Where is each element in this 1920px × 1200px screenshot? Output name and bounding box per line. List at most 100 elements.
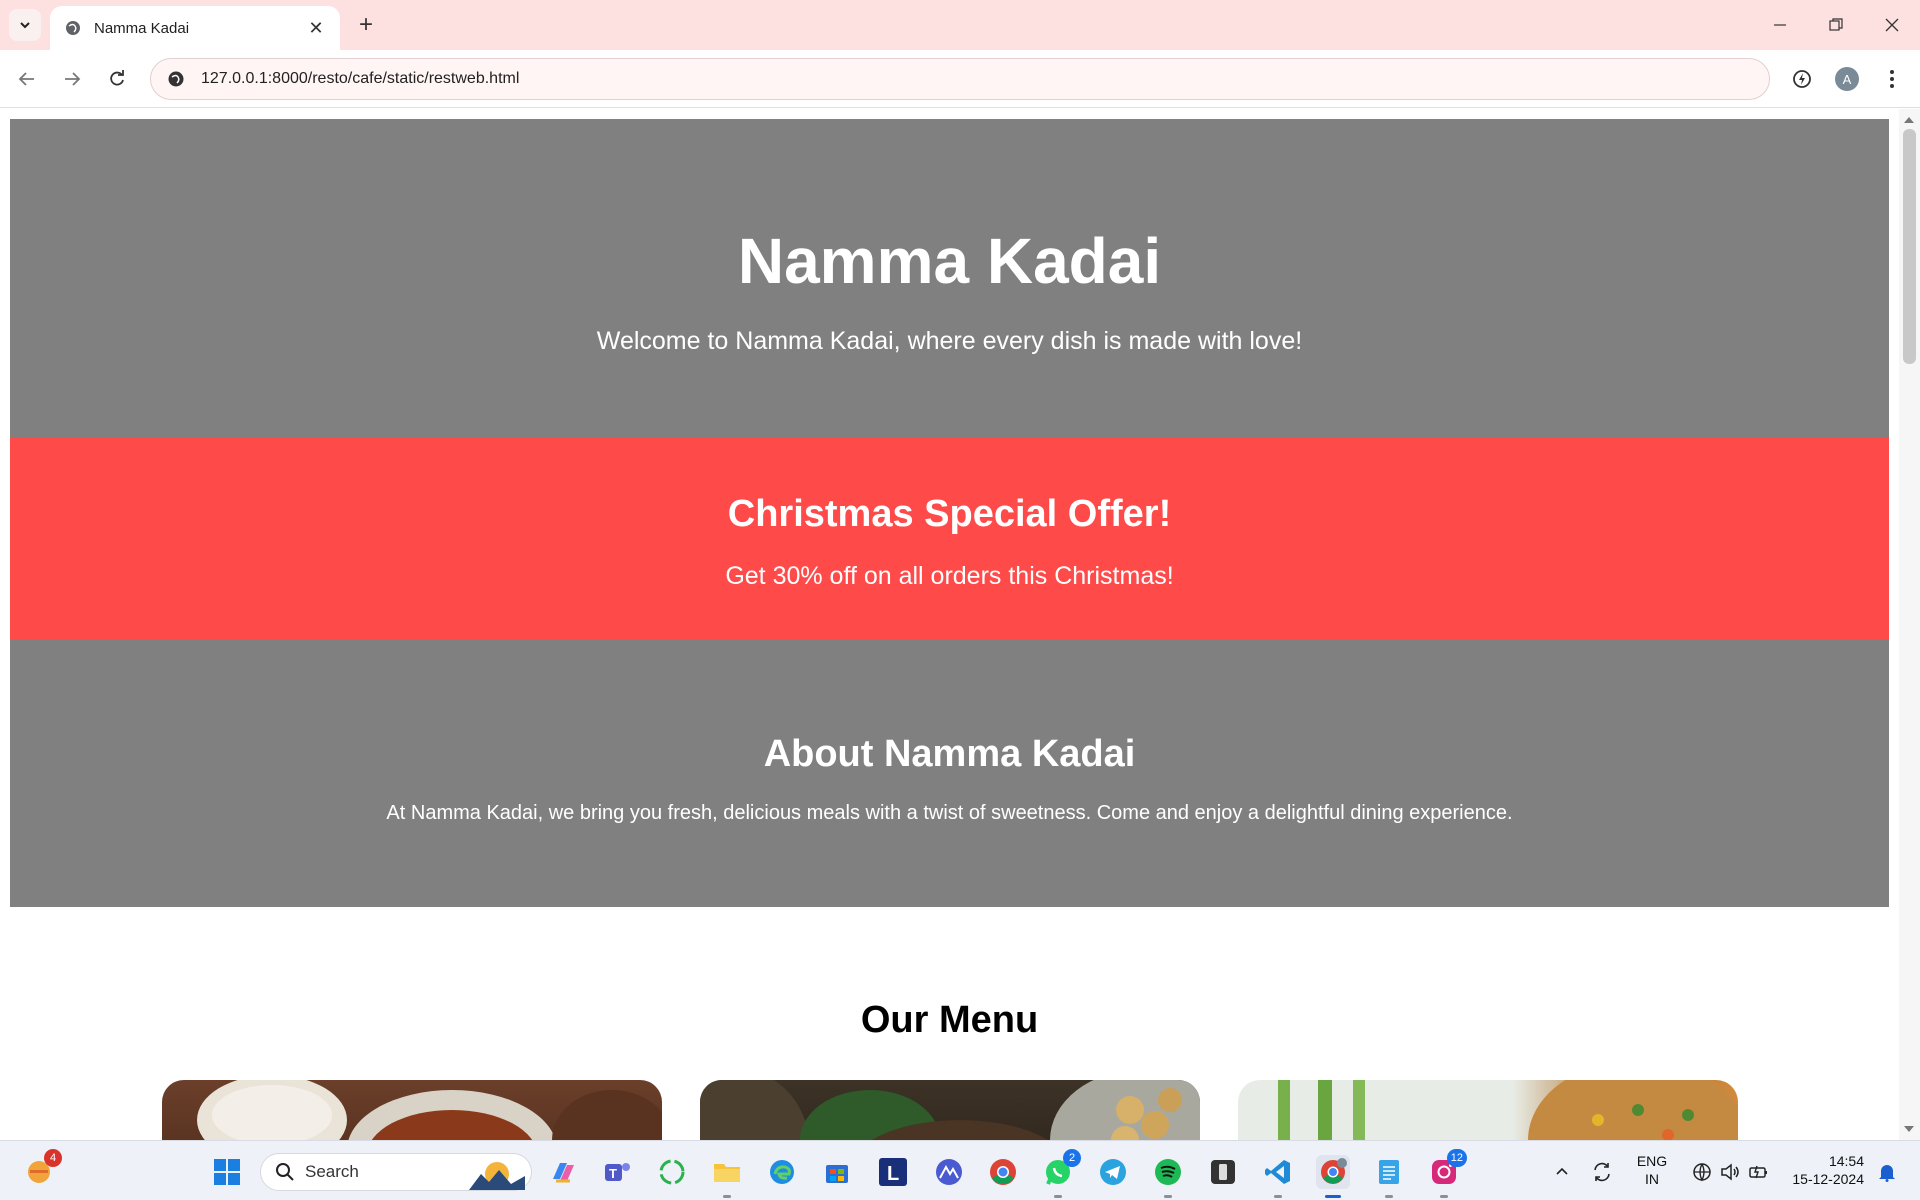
weather-widget[interactable]: 4 bbox=[22, 1149, 62, 1189]
close-icon bbox=[1885, 18, 1899, 32]
store-app[interactable] bbox=[820, 1155, 854, 1189]
notepad-app[interactable] bbox=[1372, 1155, 1406, 1198]
edge-app[interactable] bbox=[765, 1155, 799, 1189]
url-text: 127.0.0.1:8000/resto/cafe/static/restweb… bbox=[201, 70, 520, 87]
globe-icon bbox=[64, 19, 82, 37]
whatsapp-app[interactable]: 2 bbox=[1041, 1149, 1081, 1198]
teams-icon: T bbox=[605, 1163, 630, 1181]
active-indicator bbox=[1325, 1195, 1341, 1198]
taskbar-search[interactable]: Search bbox=[260, 1153, 532, 1191]
refresh-app[interactable] bbox=[655, 1155, 689, 1189]
spotify-app[interactable] bbox=[1151, 1155, 1185, 1198]
copilot-app[interactable] bbox=[546, 1155, 580, 1189]
circular-arrows-icon bbox=[659, 1159, 685, 1185]
running-indicator bbox=[1274, 1195, 1282, 1198]
offer-title: Christmas Special Offer! bbox=[727, 493, 1172, 535]
show-hidden-icons[interactable] bbox=[1545, 1155, 1579, 1189]
battery-icon bbox=[1749, 1165, 1767, 1179]
search-highlight-icon bbox=[469, 1162, 525, 1190]
region-code: IN bbox=[1645, 1171, 1659, 1187]
minimize-icon bbox=[1774, 24, 1786, 26]
quick-settings[interactable] bbox=[1680, 1155, 1780, 1189]
vscode-icon bbox=[1265, 1160, 1290, 1184]
clock[interactable]: 14:54 15-12-2024 bbox=[1780, 1152, 1864, 1188]
search-placeholder: Search bbox=[305, 1162, 359, 1181]
scroll-thumb[interactable] bbox=[1903, 129, 1916, 364]
new-tab-button[interactable]: + bbox=[351, 10, 381, 40]
avatar: A bbox=[1835, 67, 1859, 91]
offer-banner: Christmas Special Offer! Get 30% off on … bbox=[10, 437, 1889, 640]
folder-icon bbox=[714, 1164, 740, 1182]
reload-icon bbox=[110, 70, 124, 86]
browser-tab[interactable]: Namma Kadai ✕ bbox=[50, 6, 340, 50]
running-indicator bbox=[1164, 1195, 1172, 1198]
bell-icon bbox=[1879, 1165, 1895, 1182]
menu-title: Our Menu bbox=[860, 999, 1039, 1041]
minimize-button[interactable] bbox=[1752, 0, 1808, 50]
language-code: ENG bbox=[1636, 1153, 1668, 1169]
network-icon bbox=[1693, 1163, 1711, 1182]
running-indicator bbox=[723, 1195, 731, 1198]
scroll-down-icon[interactable] bbox=[1904, 1126, 1914, 1132]
site-info-icon[interactable] bbox=[165, 68, 187, 90]
food-photo-curry bbox=[197, 1080, 662, 1140]
sync-tray[interactable] bbox=[1585, 1155, 1619, 1189]
running-indicator bbox=[1440, 1195, 1448, 1198]
restore-button[interactable] bbox=[1808, 0, 1864, 50]
browser-menu-button[interactable] bbox=[1875, 62, 1909, 96]
tab-search-button[interactable] bbox=[9, 9, 41, 41]
tab-title: Namma Kadai bbox=[94, 19, 190, 37]
forward-button[interactable] bbox=[55, 62, 89, 96]
telegram-app[interactable] bbox=[1096, 1155, 1130, 1189]
weather-badge: 4 bbox=[44, 1149, 62, 1167]
chrome-profile-icon bbox=[1321, 1158, 1347, 1184]
back-button[interactable] bbox=[10, 62, 44, 96]
start-button[interactable] bbox=[210, 1155, 244, 1189]
notifications-button[interactable] bbox=[1870, 1155, 1904, 1189]
browser-toolbar: 127.0.0.1:8000/resto/cafe/static/restweb… bbox=[0, 50, 1920, 108]
extensions-button[interactable] bbox=[1785, 62, 1819, 96]
running-indicator bbox=[1385, 1195, 1393, 1198]
windows-icon bbox=[214, 1159, 240, 1185]
chrome-icon bbox=[990, 1159, 1016, 1185]
running-indicator bbox=[1054, 1195, 1062, 1198]
instagram-app[interactable]: 12 bbox=[1427, 1149, 1467, 1198]
reload-button[interactable] bbox=[100, 62, 134, 96]
menu-item-image bbox=[700, 1080, 1200, 1140]
volume-icon bbox=[1721, 1163, 1739, 1181]
address-bar[interactable]: 127.0.0.1:8000/resto/cafe/static/restweb… bbox=[150, 58, 1770, 100]
window-controls bbox=[1752, 0, 1920, 50]
page-scrollbar[interactable] bbox=[1899, 109, 1920, 1140]
arc-app[interactable] bbox=[932, 1155, 966, 1189]
phone-link-app[interactable] bbox=[1206, 1155, 1240, 1189]
page-viewport: Namma Kadai Welcome to Namma Kadai, wher… bbox=[0, 109, 1899, 1140]
clock-date: 15-12-2024 bbox=[1792, 1171, 1864, 1187]
teams-app[interactable]: T bbox=[600, 1155, 634, 1189]
chrome-profile-app[interactable] bbox=[1316, 1155, 1350, 1198]
language-indicator[interactable]: ENG IN bbox=[1630, 1152, 1674, 1188]
scroll-up-icon[interactable] bbox=[1904, 117, 1914, 123]
site-tagline: Welcome to Namma Kadai, where every dish… bbox=[596, 327, 1303, 355]
telegram-icon bbox=[1100, 1159, 1126, 1185]
about-section: About Namma Kadai At Namma Kadai, we bri… bbox=[10, 640, 1889, 907]
vscode-app[interactable] bbox=[1261, 1155, 1295, 1198]
mountain-icon bbox=[936, 1159, 962, 1185]
more-vertical-icon bbox=[1890, 70, 1894, 88]
close-tab-icon[interactable]: ✕ bbox=[304, 16, 328, 40]
profile-button[interactable]: A bbox=[1830, 62, 1864, 96]
taskbar: 4 Search T L 2 12 ENG IN 14:54 15-12-202… bbox=[0, 1140, 1920, 1200]
arrow-left-icon bbox=[18, 72, 34, 86]
l-app[interactable]: L bbox=[876, 1155, 910, 1189]
chrome-app[interactable] bbox=[986, 1155, 1020, 1189]
clock-time: 14:54 bbox=[1828, 1153, 1864, 1169]
performance-icon bbox=[1793, 70, 1811, 88]
sync-icon bbox=[1594, 1162, 1610, 1182]
site-title: Namma Kadai bbox=[737, 225, 1162, 297]
notepad-icon bbox=[1379, 1160, 1399, 1184]
about-title: About Namma Kadai bbox=[763, 733, 1136, 775]
close-window-button[interactable] bbox=[1864, 0, 1920, 50]
offer-text: Get 30% off on all orders this Christmas… bbox=[725, 562, 1174, 590]
file-explorer-app[interactable] bbox=[710, 1155, 744, 1198]
about-text: At Namma Kadai, we bring you fresh, deli… bbox=[386, 802, 1513, 824]
letter-l-icon: L bbox=[879, 1158, 907, 1186]
